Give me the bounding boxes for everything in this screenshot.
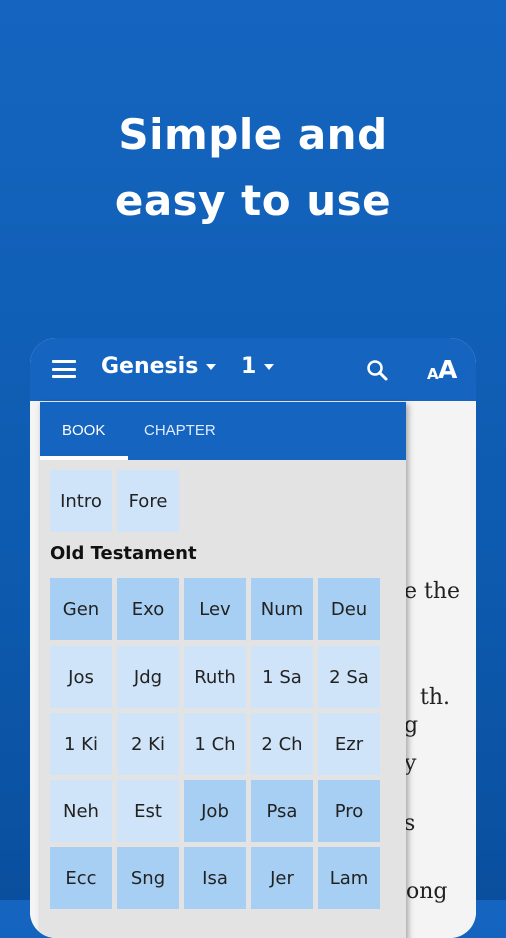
book-cell[interactable]: Num bbox=[251, 578, 313, 640]
phone-screen: Genesis 1 AA e the th. g y s ong BOOK CH… bbox=[30, 338, 476, 938]
search-icon[interactable] bbox=[366, 359, 388, 381]
dropdown-caret-icon bbox=[206, 364, 217, 370]
tab-indicator bbox=[40, 456, 128, 460]
section-title-old-testament: Old Testament bbox=[50, 543, 197, 564]
book-cell[interactable]: Lev bbox=[184, 578, 246, 640]
reader-fragment: th. bbox=[420, 685, 451, 710]
book-picker-popup: BOOK CHAPTER Intro Fore Old Testament Ge… bbox=[40, 402, 406, 938]
book-cell[interactable]: Jos bbox=[50, 646, 112, 708]
book-cell[interactable]: 2 Ch bbox=[251, 713, 313, 775]
headline-line-2: easy to use bbox=[114, 176, 392, 225]
book-cell[interactable]: 1 Ch bbox=[184, 713, 246, 775]
book-cell-fore[interactable]: Fore bbox=[117, 470, 179, 532]
book-cell[interactable]: 2 Ki bbox=[117, 713, 179, 775]
book-cell[interactable]: 2 Sa bbox=[318, 646, 380, 708]
book-cell-intro[interactable]: Intro bbox=[50, 470, 112, 532]
book-cell[interactable]: Ezr bbox=[318, 713, 380, 775]
headline-line-1: Simple and bbox=[118, 110, 388, 159]
tab-book[interactable]: BOOK bbox=[62, 422, 105, 439]
book-cell[interactable]: Gen bbox=[50, 578, 112, 640]
book-cell[interactable]: Jdg bbox=[117, 646, 179, 708]
book-cell[interactable]: 1 Ki bbox=[50, 713, 112, 775]
dropdown-caret-icon bbox=[264, 364, 275, 370]
book-cell[interactable]: Ruth bbox=[184, 646, 246, 708]
reader-fragment: g bbox=[404, 713, 419, 738]
app-bar: Genesis 1 AA bbox=[30, 338, 476, 401]
picker-tabs: BOOK CHAPTER bbox=[40, 402, 406, 460]
book-cell[interactable]: Psa bbox=[251, 780, 313, 842]
chapter-number: 1 bbox=[241, 354, 257, 379]
book-cell[interactable]: Pro bbox=[318, 780, 380, 842]
reader-fragment: ong bbox=[406, 879, 448, 904]
book-cell[interactable]: Deu bbox=[318, 578, 380, 640]
menu-icon[interactable] bbox=[52, 360, 76, 378]
book-cell[interactable]: Job bbox=[184, 780, 246, 842]
book-cell[interactable]: Est bbox=[117, 780, 179, 842]
book-cell[interactable]: 1 Sa bbox=[251, 646, 313, 708]
book-selector[interactable]: Genesis bbox=[101, 354, 217, 379]
chapter-selector[interactable]: 1 bbox=[241, 354, 275, 379]
book-cell[interactable]: Exo bbox=[117, 578, 179, 640]
book-cell[interactable]: Neh bbox=[50, 780, 112, 842]
book-title: Genesis bbox=[101, 354, 199, 379]
font-size-icon[interactable]: AA bbox=[427, 354, 459, 384]
reader-fragment: e the bbox=[404, 579, 461, 604]
tab-chapter[interactable]: CHAPTER bbox=[144, 422, 216, 439]
